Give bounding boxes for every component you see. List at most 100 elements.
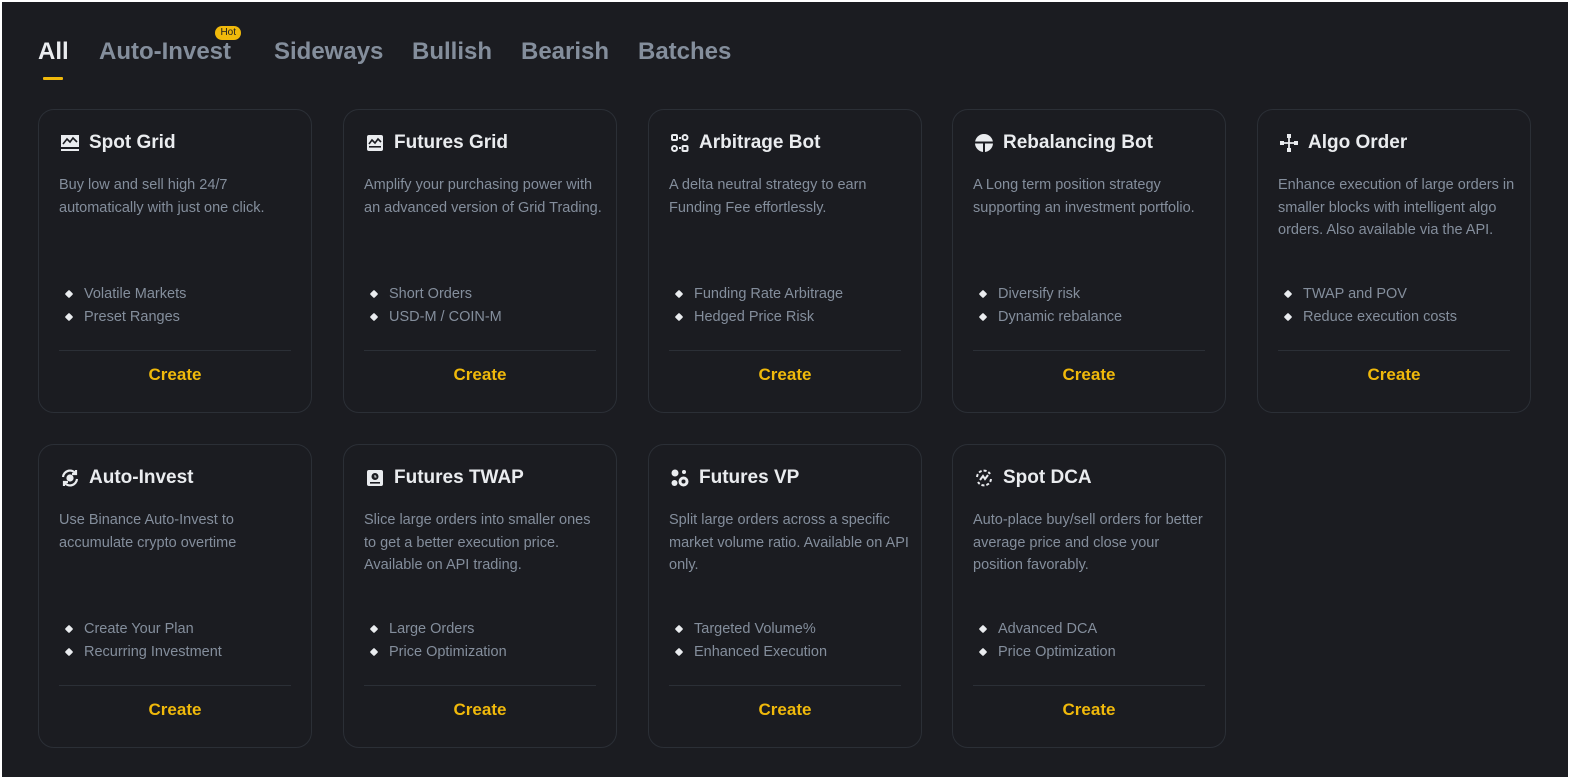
- feature-item: TWAP and POV: [1278, 283, 1457, 306]
- tab-label: Auto-Invest: [99, 38, 231, 65]
- twap-clock-icon: [364, 467, 386, 489]
- card-futures-vp: Futures VP Split large orders across a s…: [648, 444, 922, 748]
- card-description: Use Binance Auto-Invest to accumulate cr…: [59, 512, 237, 551]
- feature-list: Short Orders USD-M / COIN-M: [364, 283, 502, 328]
- feature-item: Large Orders: [364, 618, 507, 641]
- feature-item: Short Orders: [364, 283, 502, 306]
- feature-text: Hedged Price Risk: [694, 308, 815, 325]
- auto-invest-cycle-icon: [59, 467, 81, 489]
- tab-auto-invest[interactable]: Auto-Invest Hot: [99, 26, 241, 70]
- card-description: Buy low and sell high 24/7 automatically…: [59, 177, 265, 216]
- create-button[interactable]: Create: [649, 700, 921, 720]
- feature-item: Price Optimization: [364, 641, 507, 664]
- feature-item: Price Optimization: [973, 641, 1116, 664]
- card-description: Slice large orders into smaller ones to …: [364, 512, 591, 573]
- create-button[interactable]: Create: [39, 700, 311, 720]
- divider: [973, 350, 1205, 351]
- feature-text: Price Optimization: [998, 643, 1116, 660]
- active-tab-indicator: [43, 77, 63, 80]
- feature-item: Dynamic rebalance: [973, 306, 1122, 329]
- feature-text: Create Your Plan: [84, 621, 194, 637]
- feature-text: TWAP and POV: [1303, 286, 1407, 302]
- feature-list: Volatile Markets Preset Ranges: [59, 283, 186, 328]
- spot-grid-chart-icon: [59, 132, 81, 154]
- algo-tree-icon: [1278, 132, 1300, 154]
- divider: [1278, 350, 1510, 351]
- create-button[interactable]: Create: [344, 365, 616, 385]
- create-button[interactable]: Create: [649, 365, 921, 385]
- card-description: A delta neutral strategy to earn Funding…: [669, 177, 867, 216]
- feature-text: Short Orders: [389, 286, 472, 302]
- feature-list: Create Your Plan Recurring Investment: [59, 618, 222, 663]
- feature-list: Diversify risk Dynamic rebalance: [973, 283, 1122, 328]
- feature-text: Volatile Markets: [84, 286, 187, 302]
- card-description: Amplify your purchasing power with an ad…: [364, 177, 602, 216]
- create-button[interactable]: Create: [39, 365, 311, 385]
- diamond-bullet-icon: [64, 647, 74, 656]
- tab-label: Sideways: [274, 38, 384, 65]
- card-futures-twap: Futures TWAP Slice large orders into sma…: [343, 444, 617, 748]
- feature-item: Advanced DCA: [973, 618, 1116, 641]
- card-title: Spot Grid: [89, 132, 176, 153]
- feature-list: Targeted Volume% Enhanced Execution: [669, 618, 827, 663]
- feature-item: Enhanced Execution: [669, 641, 827, 664]
- create-button[interactable]: Create: [953, 365, 1225, 385]
- card-arbitrage-bot: Arbitrage Bot A delta neutral strategy t…: [648, 109, 922, 413]
- diamond-bullet-icon: [978, 647, 988, 656]
- feature-list: Funding Rate Arbitrage Hedged Price Risk: [669, 283, 843, 328]
- feature-item: Create Your Plan: [59, 618, 222, 641]
- card-futures-grid: Futures Grid Amplify your purchasing pow…: [343, 109, 617, 413]
- feature-text: Funding Rate Arbitrage: [694, 286, 844, 302]
- diamond-bullet-icon: [64, 624, 74, 634]
- feature-text: Recurring Investment: [84, 643, 222, 660]
- divider: [364, 685, 596, 686]
- diamond-bullet-icon: [1283, 312, 1293, 321]
- divider: [59, 685, 291, 686]
- card-description: A Long term position strategy supporting…: [973, 177, 1195, 216]
- tab-batches[interactable]: Batches: [638, 34, 731, 70]
- vp-bubbles-icon: [669, 467, 691, 489]
- feature-item: Reduce execution costs: [1278, 306, 1457, 329]
- tab-label: Batches: [638, 38, 732, 65]
- spot-dca-cycle-icon: [973, 467, 995, 489]
- feature-text: Diversify risk: [998, 286, 1081, 302]
- divider: [364, 350, 596, 351]
- tab-bearish[interactable]: Bearish: [521, 34, 609, 70]
- card-title: Futures TWAP: [394, 467, 524, 488]
- divider: [973, 685, 1205, 686]
- diamond-bullet-icon: [1283, 289, 1293, 299]
- divider: [669, 685, 901, 686]
- tab-all[interactable]: All: [38, 34, 69, 80]
- feature-list: TWAP and POV Reduce execution costs: [1278, 283, 1457, 328]
- feature-item: USD-M / COIN-M: [364, 306, 502, 329]
- diamond-bullet-icon: [369, 312, 379, 321]
- diamond-bullet-icon: [369, 289, 379, 299]
- card-title: Auto-Invest: [89, 467, 194, 488]
- tab-label: Bullish: [412, 38, 493, 65]
- create-button[interactable]: Create: [344, 700, 616, 720]
- feature-text: Preset Ranges: [84, 308, 180, 325]
- diamond-bullet-icon: [674, 647, 684, 656]
- create-button[interactable]: Create: [953, 700, 1225, 720]
- feature-item: Funding Rate Arbitrage: [669, 283, 843, 306]
- feature-item: Diversify risk: [973, 283, 1122, 306]
- feature-item: Targeted Volume%: [669, 618, 827, 641]
- card-auto-invest: Auto-Invest Use Binance Auto-Invest to a…: [38, 444, 312, 748]
- feature-item: Recurring Investment: [59, 641, 222, 664]
- futures-grid-chart-icon: [364, 132, 386, 154]
- feature-text: Dynamic rebalance: [998, 308, 1123, 325]
- rebalancing-pie-icon: [973, 132, 995, 154]
- feature-text: Large Orders: [389, 621, 475, 637]
- tab-label: Bearish: [521, 38, 610, 65]
- card-description: Enhance execution of large orders in sma…: [1278, 177, 1515, 238]
- create-button[interactable]: Create: [1258, 365, 1530, 385]
- tab-sideways[interactable]: Sideways: [274, 34, 383, 70]
- diamond-bullet-icon: [369, 647, 379, 656]
- tab-bullish[interactable]: Bullish: [412, 34, 492, 70]
- card-title: Futures Grid: [394, 132, 509, 153]
- card-rebalancing-bot: Rebalancing Bot A Long term position str…: [952, 109, 1226, 413]
- divider: [669, 350, 901, 351]
- card-title: Arbitrage Bot: [699, 132, 821, 153]
- card-title: Spot DCA: [1003, 467, 1092, 488]
- diamond-bullet-icon: [978, 289, 988, 299]
